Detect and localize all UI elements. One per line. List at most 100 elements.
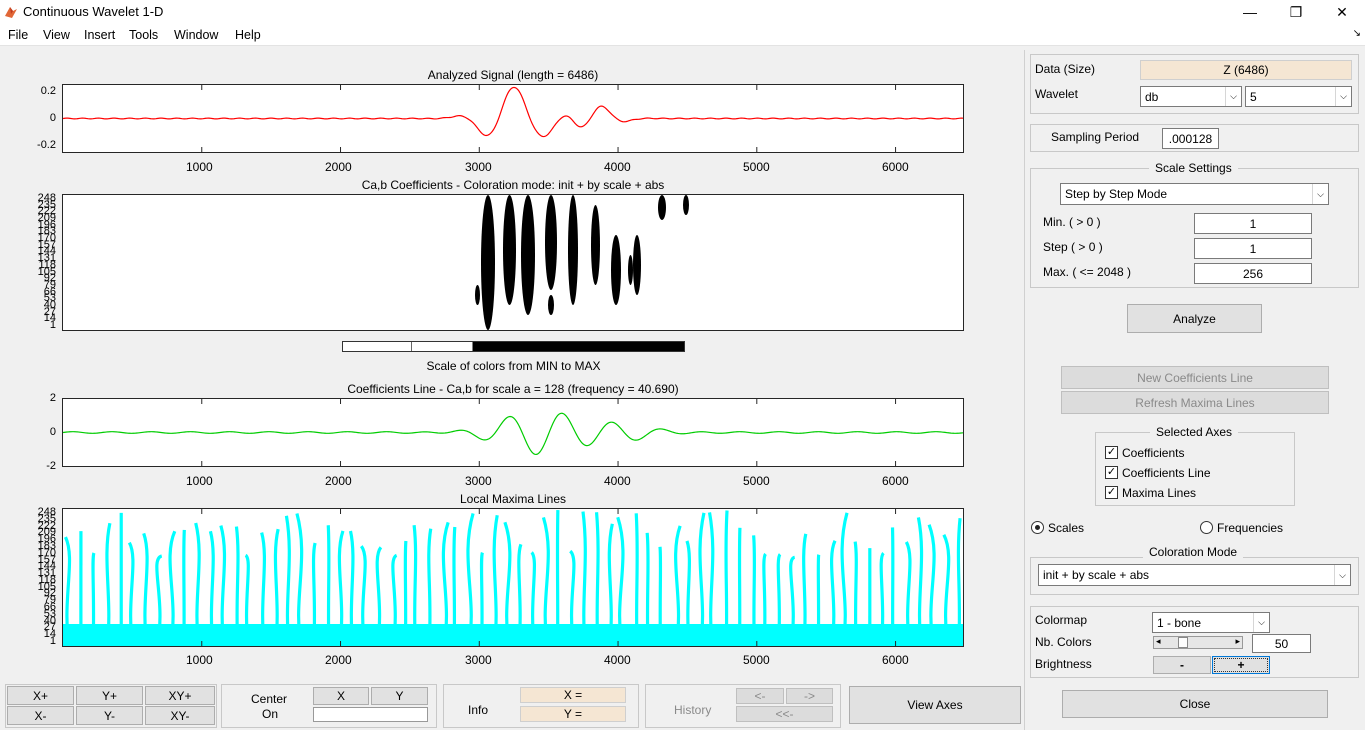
wavelet-family-select[interactable]: db ⌵ — [1140, 86, 1242, 107]
signal-ytick: 0.2 — [40, 85, 56, 97]
signal-plot-title: Analyzed Signal (length = 6486) — [427, 68, 599, 82]
menu-insert[interactable]: Insert — [84, 28, 115, 42]
history-label: History — [674, 703, 712, 717]
maxima-dense-band — [63, 624, 963, 646]
menu-help[interactable]: Help — [235, 28, 261, 42]
maxima-lines-checkbox[interactable]: ✓ — [1105, 486, 1118, 499]
signal-xtick: 2000 — [325, 160, 352, 174]
xy-plus-button[interactable]: XY+ — [145, 686, 215, 705]
coefficients-line — [63, 412, 963, 456]
colorbar-label: Scale of colors from MIN to MAX — [426, 359, 601, 373]
analyze-button[interactable]: Analyze — [1127, 304, 1262, 333]
maxima-xtick: 1000 — [186, 653, 213, 667]
close-button[interactable]: Close — [1062, 690, 1328, 718]
brightness-minus-button[interactable]: - — [1153, 656, 1211, 674]
xy-minus-button[interactable]: XY- — [145, 706, 215, 725]
menu-bar: File View Insert Tools Window Help — [0, 24, 1365, 46]
signal-line-svg — [63, 85, 963, 152]
coloration-mode-select[interactable]: init + by scale + abs ⌵ — [1038, 564, 1351, 586]
maximize-icon: ❐ — [1289, 3, 1303, 20]
scales-radio[interactable] — [1031, 521, 1044, 534]
center-y-button[interactable]: Y — [371, 687, 428, 705]
x-plus-button[interactable]: X+ — [7, 686, 74, 705]
maxima-xtick: 4000 — [604, 653, 631, 667]
max-scale-input[interactable]: 256 — [1194, 263, 1312, 284]
window-title: Continuous Wavelet 1-D — [23, 4, 164, 19]
signal-ytick: 0 — [49, 112, 56, 124]
min-scale-input[interactable]: 1 — [1194, 213, 1312, 234]
undock-icon[interactable]: ↘ — [1353, 28, 1361, 39]
coefficient-blob — [475, 285, 480, 305]
selected-axes-label: Selected Axes — [1150, 425, 1239, 439]
menu-file[interactable]: File — [8, 28, 28, 42]
colormap-select[interactable]: 1 - bone ⌵ — [1152, 612, 1270, 633]
coefficient-blob — [521, 195, 535, 315]
coef-line-xtick: 6000 — [882, 474, 909, 488]
center-on-field[interactable] — [313, 707, 428, 722]
data-size-value: Z (6486) — [1140, 60, 1352, 80]
slider-left-arrow-icon[interactable]: ◂ — [1156, 636, 1161, 647]
nb-colors-slider[interactable]: ◂ ▸ — [1153, 636, 1243, 649]
matlab-icon — [5, 7, 17, 18]
center-x-button[interactable]: X — [313, 687, 369, 705]
coeffs-axes[interactable] — [62, 194, 964, 331]
coefficients-line-checkbox[interactable]: ✓ — [1105, 466, 1118, 479]
info-x-readout: X = — [520, 687, 626, 703]
scale-mode-value: Step by Step Mode — [1065, 187, 1168, 201]
chevron-down-icon: ⌵ — [1312, 184, 1328, 204]
sampling-period-input[interactable]: .000128 — [1162, 128, 1219, 149]
close-window-button[interactable]: ✕ — [1319, 0, 1365, 24]
coef-line-xtick: 1000 — [186, 474, 213, 488]
coefficient-blob — [633, 235, 641, 295]
history-forward-button[interactable]: -> — [786, 688, 833, 704]
refresh-maxima-lines-button[interactable]: Refresh Maxima Lines — [1061, 391, 1329, 414]
maxima-yticks: 248 235 222 209 196 183 170 157 144 131 118 105 92 79… — [20, 507, 60, 647]
maxima-lines-checkbox-label: Maxima Lines — [1122, 486, 1197, 500]
chevron-down-icon: ⌵ — [1334, 565, 1350, 585]
coefficients-line-checkbox-label: Coefficients Line — [1122, 466, 1211, 480]
frequencies-radio[interactable] — [1200, 521, 1213, 534]
maximize-button[interactable]: ❐ — [1273, 0, 1319, 24]
colormap-label: Colormap — [1035, 613, 1088, 627]
x-minus-button[interactable]: X- — [7, 706, 74, 725]
maxima-ytick: 1 — [49, 635, 56, 647]
coefficient-blob — [548, 295, 554, 315]
slider-right-arrow-icon[interactable]: ▸ — [1235, 636, 1240, 647]
coefficient-blob — [568, 195, 578, 305]
signal-xtick: 4000 — [604, 160, 631, 174]
coef-line-axes[interactable] — [62, 398, 964, 467]
wavelet-order-select[interactable]: 5 ⌵ — [1245, 86, 1352, 107]
coef-line-ytick: 0 — [49, 426, 56, 438]
coefficient-blob — [591, 205, 600, 285]
signal-xtick: 3000 — [465, 160, 492, 174]
center-on-label: Center — [251, 692, 288, 706]
coefficients-checkbox[interactable]: ✓ — [1105, 446, 1118, 459]
slider-thumb[interactable] — [1178, 637, 1188, 648]
view-axes-button[interactable]: View Axes — [849, 686, 1021, 724]
colormap-value: 1 - bone — [1157, 615, 1202, 630]
info-label: Info — [468, 703, 489, 717]
maxima-axes[interactable] — [62, 508, 964, 647]
coeffs-plot-title: Ca,b Coefficients - Coloration mode: ini… — [361, 178, 665, 192]
menu-view[interactable]: View — [43, 28, 70, 42]
y-minus-button[interactable]: Y- — [76, 706, 143, 725]
history-first-button[interactable]: <<- — [736, 706, 833, 722]
new-coefficients-line-button[interactable]: New Coefficients Line — [1061, 366, 1329, 389]
history-back-button[interactable]: <- — [736, 688, 784, 704]
menu-tools[interactable]: Tools — [129, 28, 158, 42]
maxima-xtick: 6000 — [882, 653, 909, 667]
minimize-button[interactable]: — — [1227, 0, 1273, 24]
minimize-icon: — — [1243, 4, 1257, 20]
nb-colors-input[interactable]: 50 — [1252, 634, 1311, 653]
info-y-readout: Y = — [520, 706, 626, 722]
scale-mode-select[interactable]: Step by Step Mode ⌵ — [1060, 183, 1329, 205]
signal-line — [63, 86, 963, 138]
signal-axes[interactable] — [62, 84, 964, 153]
coefficient-blob — [545, 195, 557, 290]
brightness-plus-button[interactable]: + — [1212, 656, 1270, 674]
coloration-mode-label: Coloration Mode — [1143, 545, 1244, 559]
step-scale-input[interactable]: 1 — [1194, 238, 1312, 259]
y-plus-button[interactable]: Y+ — [76, 686, 143, 705]
coef-line-xtick: 2000 — [325, 474, 352, 488]
menu-window[interactable]: Window — [174, 28, 218, 42]
